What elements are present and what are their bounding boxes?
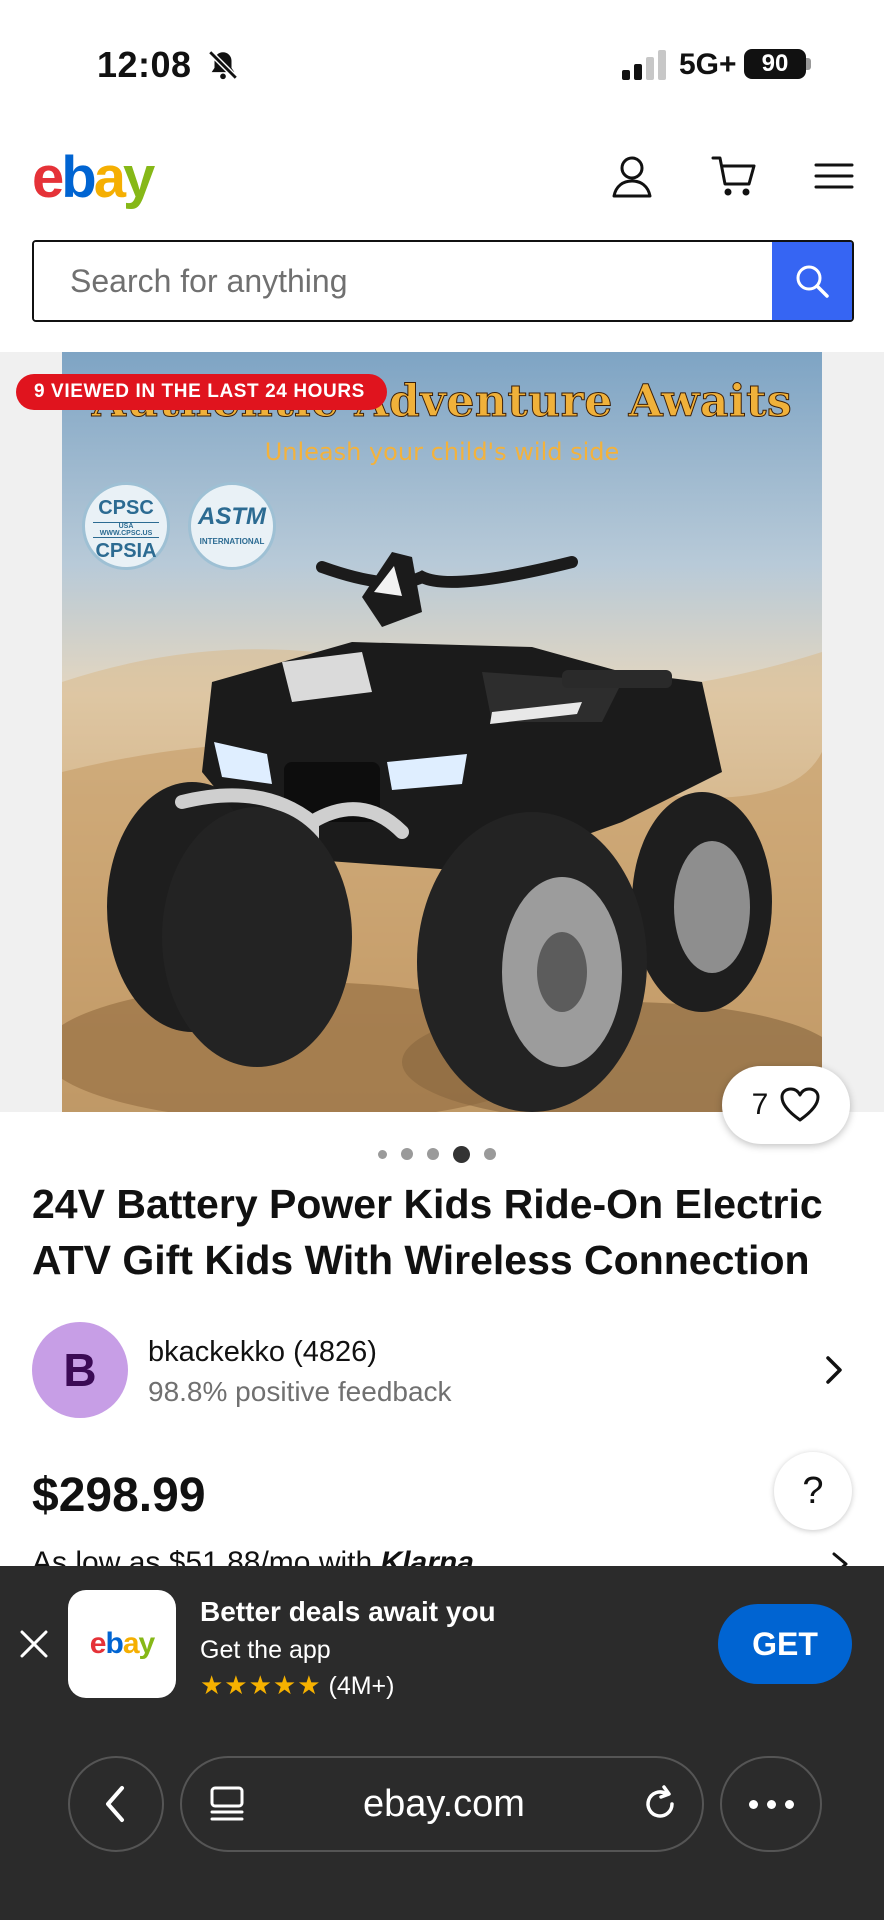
logo-letter-y: y (122, 145, 155, 210)
status-bar: 12:08 5G+ 90 (0, 0, 884, 120)
site-header: ebay (0, 130, 884, 230)
user-icon[interactable] (608, 152, 656, 200)
heart-icon (780, 1087, 820, 1122)
search-bar (32, 240, 854, 322)
rating-count: (4M+) (328, 1672, 395, 1700)
close-icon[interactable] (16, 1626, 52, 1662)
browser-back-button[interactable] (68, 1756, 164, 1852)
logo-letter-a: a (93, 145, 126, 210)
banner-subtitle: Get the app (200, 1636, 331, 1664)
browser-url-bar[interactable]: ebay.com (180, 1756, 704, 1852)
listing-title: 24V Battery Power Kids Ride-On Electric … (32, 1181, 823, 1283)
more-dot-icon (766, 1799, 776, 1809)
network-type: 5G+ (679, 48, 737, 81)
app-download-banner: ebay Better deals await you Get the app … (0, 1566, 884, 1920)
more-options-button[interactable] (720, 1756, 822, 1852)
carousel-dot[interactable] (378, 1149, 387, 1159)
seller-feedback: 98.8% positive feedback (148, 1376, 452, 1407)
url-text: ebay.com (363, 1783, 525, 1825)
product-image[interactable]: Authentic Adventure Awaits Unleash your … (62, 352, 822, 1112)
chevron-right-icon (826, 1356, 842, 1384)
search-button[interactable] (772, 242, 852, 320)
carousel-dot-active[interactable] (453, 1145, 470, 1163)
viewed-badge: 9 VIEWED IN THE LAST 24 HOURS (16, 374, 387, 410)
star-rating-icon: ★★★★★ (200, 1670, 322, 1700)
help-button[interactable]: ? (774, 1452, 852, 1530)
carousel-dots (378, 1144, 496, 1164)
battery-indicator: 90 (744, 49, 806, 79)
carousel-dot[interactable] (484, 1148, 496, 1160)
bell-off-icon (208, 50, 238, 80)
search-icon (796, 265, 829, 298)
battery-cap (806, 58, 811, 70)
get-app-button[interactable]: GET (718, 1604, 852, 1684)
reload-icon[interactable] (640, 1784, 680, 1824)
cart-icon[interactable] (710, 152, 758, 200)
signal-icon (622, 50, 666, 80)
ebay-app-logo: ebay (68, 1590, 176, 1698)
banner-title: Better deals await you (200, 1596, 496, 1627)
watch-button[interactable]: 7 (722, 1066, 850, 1144)
seller-info[interactable]: B bkackekko (4826) 98.8% positive feedba… (32, 1322, 852, 1418)
price: $298.99 (32, 1469, 206, 1522)
carousel-dot[interactable] (427, 1148, 439, 1160)
more-dot-icon (748, 1799, 758, 1809)
banner-rating: ★★★★★ (4M+) (200, 1670, 394, 1701)
menu-icon[interactable] (810, 152, 858, 200)
seller-avatar: B (32, 1322, 128, 1418)
more-dot-icon (784, 1799, 794, 1809)
ebay-logo[interactable]: ebay (32, 144, 155, 211)
seller-name: bkackekko (4826) (148, 1336, 377, 1368)
watch-count: 7 (751, 1088, 769, 1121)
product-image-carousel[interactable]: Authentic Adventure Awaits Unleash your … (0, 352, 884, 1112)
logo-letter-e: e (32, 145, 64, 210)
chevron-left-icon (106, 1786, 124, 1822)
logo-letter-b: b (61, 145, 96, 210)
search-input[interactable] (34, 242, 772, 320)
atv-illustration (62, 552, 822, 1112)
carousel-dot[interactable] (401, 1148, 413, 1160)
status-time: 12:08 (97, 44, 192, 85)
